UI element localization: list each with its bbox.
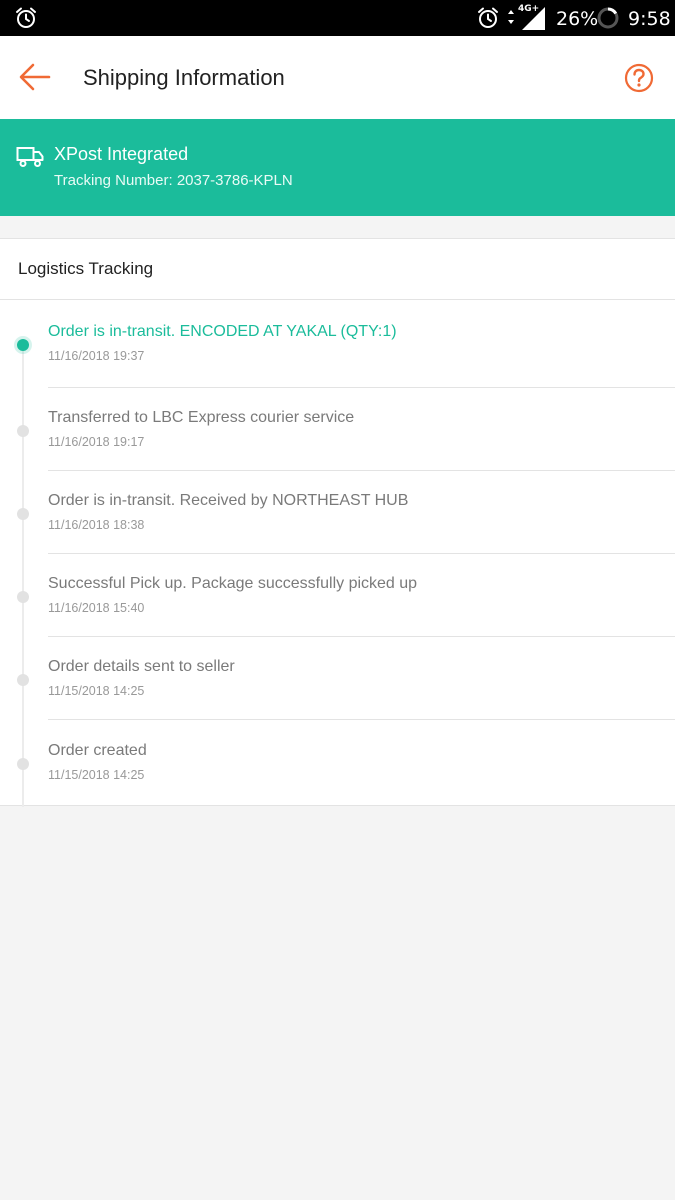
timeline-dot bbox=[17, 425, 29, 437]
truck-icon bbox=[16, 147, 44, 167]
event-description: Order is in-transit. Received by NORTHEA… bbox=[48, 492, 409, 509]
event-description: Transferred to LBC Express courier servi… bbox=[48, 409, 355, 426]
tracking-event[interactable]: Successful Pick up. Package successfully… bbox=[0, 554, 675, 637]
tracking-event[interactable]: Order details sent to seller 11/15/2018 … bbox=[0, 637, 675, 720]
tracking-event[interactable]: Order is in-transit. ENCODED AT YAKAL (Q… bbox=[0, 300, 675, 388]
battery-percentage: 26% bbox=[556, 8, 599, 30]
status-bar: 4G+ 26% 9:58 bbox=[0, 0, 675, 36]
event-timestamp: 11/16/2018 15:40 bbox=[48, 601, 145, 615]
event-description: Successful Pick up. Package successfully… bbox=[48, 575, 418, 592]
battery-icon bbox=[597, 7, 619, 29]
tracking-number: Tracking Number: 2037-3786-KPLN bbox=[54, 172, 293, 189]
courier-name: XPost Integrated bbox=[54, 144, 189, 164]
data-activity-icon bbox=[508, 10, 514, 24]
timeline-dot bbox=[17, 674, 29, 686]
event-timestamp: 11/16/2018 19:17 bbox=[48, 435, 145, 449]
event-timestamp: 11/16/2018 19:37 bbox=[48, 349, 145, 363]
tracking-event[interactable]: Transferred to LBC Express courier servi… bbox=[0, 388, 675, 471]
event-timestamp: 11/15/2018 14:25 bbox=[48, 684, 145, 698]
event-description: Order details sent to seller bbox=[48, 658, 235, 675]
tracking-event[interactable]: Order is in-transit. Received by NORTHEA… bbox=[0, 471, 675, 554]
event-description: Order created bbox=[48, 742, 147, 759]
timeline-dot bbox=[17, 591, 29, 603]
event-timestamp: 11/16/2018 18:38 bbox=[48, 518, 145, 532]
app-bar: Shipping Information bbox=[0, 36, 675, 119]
timeline-dot bbox=[17, 758, 29, 770]
logistics-tracking-card: Logistics Tracking Order is in-transit. … bbox=[0, 238, 675, 807]
status-time: 9:58 bbox=[628, 8, 671, 30]
question-circle-icon[interactable] bbox=[624, 63, 654, 93]
courier-banner: XPost Integrated Tracking Number: 2037-3… bbox=[0, 119, 675, 216]
alarm-icon bbox=[16, 7, 36, 28]
page-title: Shipping Information bbox=[83, 65, 285, 90]
network-type: 4G+ bbox=[518, 4, 540, 14]
section-title: Logistics Tracking bbox=[18, 259, 154, 278]
timeline-dot-active bbox=[17, 339, 29, 351]
event-timestamp: 11/15/2018 14:25 bbox=[48, 768, 145, 782]
tracking-event[interactable]: Order created 11/15/2018 14:25 bbox=[0, 720, 675, 805]
arrow-left-icon[interactable] bbox=[18, 62, 52, 92]
event-description: Order is in-transit. ENCODED AT YAKAL (Q… bbox=[48, 323, 397, 340]
alarm-icon bbox=[478, 7, 498, 28]
timeline-dot bbox=[17, 508, 29, 520]
